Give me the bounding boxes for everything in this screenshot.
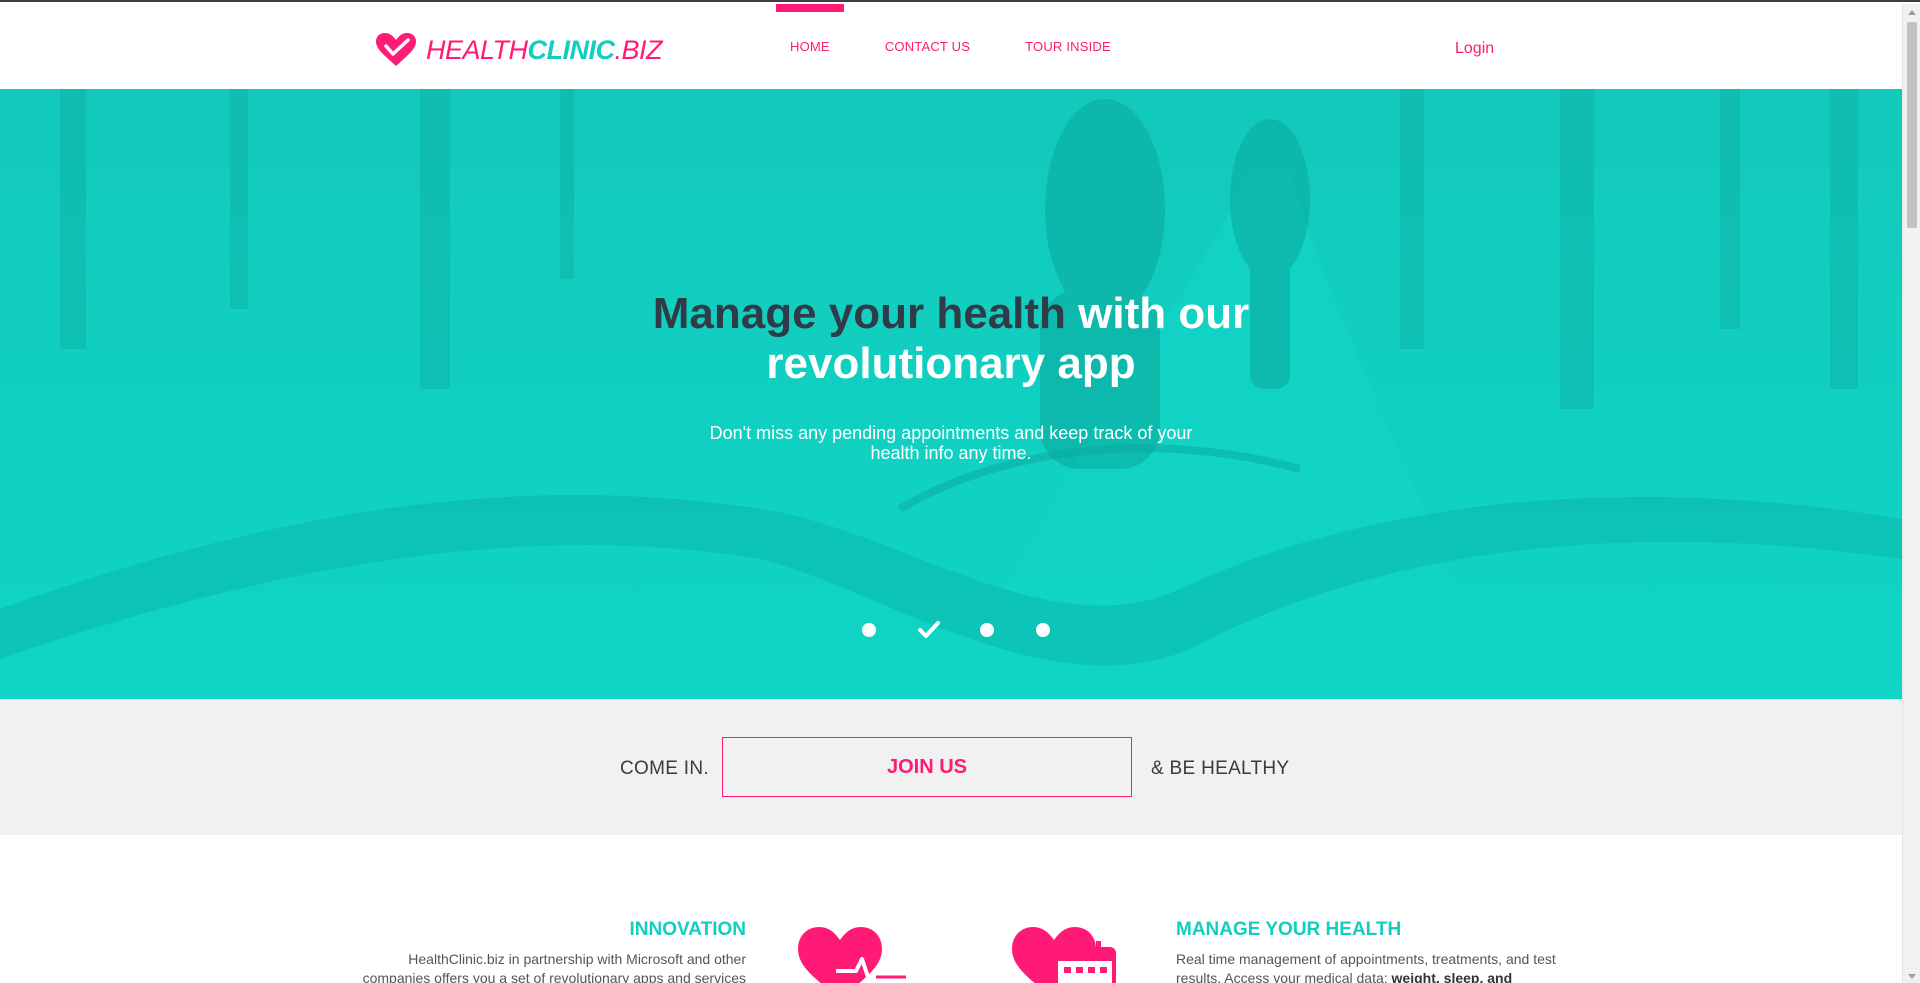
site-logo[interactable]: HEALTHCLINIC.BIZ bbox=[376, 31, 663, 69]
login-link[interactable]: Login bbox=[1455, 40, 1494, 58]
heart-pulse-icon bbox=[798, 927, 906, 983]
scroll-thumb[interactable] bbox=[1907, 22, 1917, 228]
come-in-text: COME IN. bbox=[620, 758, 709, 779]
carousel-indicators bbox=[862, 621, 1092, 639]
nav-tour-inside[interactable]: TOUR INSIDE bbox=[1011, 4, 1125, 89]
features-section: INNOVATION HealthClinic.biz in partnersh… bbox=[0, 835, 1902, 983]
hero-subtitle: Don't miss any pending appointments and … bbox=[709, 423, 1193, 463]
page-scrollbar[interactable] bbox=[1902, 4, 1920, 983]
hero-title: Manage your health with our revolutionar… bbox=[652, 289, 1250, 388]
join-strip: COME IN. JOIN US & BE HEALTHY bbox=[0, 699, 1902, 835]
nav-home[interactable]: HOME bbox=[776, 4, 844, 89]
hero-carousel: Manage your health with our revolutionar… bbox=[0, 89, 1902, 699]
join-us-button[interactable]: JOIN US bbox=[722, 737, 1132, 797]
main-nav: HOME CONTACT US TOUR INSIDE bbox=[776, 4, 1152, 89]
carousel-dot-3[interactable] bbox=[980, 623, 994, 637]
carousel-dot-1[interactable] bbox=[862, 623, 876, 637]
manage-health-text: Real time management of appointments, tr… bbox=[1176, 951, 1556, 983]
carousel-dot-2-active[interactable] bbox=[918, 621, 940, 639]
heart-logo-icon bbox=[376, 33, 416, 66]
carousel-dot-4[interactable] bbox=[1036, 623, 1050, 637]
scroll-up-arrow-icon[interactable] bbox=[1908, 10, 1916, 15]
site-header: HEALTHCLINIC.BIZ HOME CONTACT US TOUR IN… bbox=[0, 4, 1902, 89]
be-healthy-text: & BE HEALTHY bbox=[1151, 758, 1290, 779]
checkmark-icon bbox=[918, 621, 940, 638]
innovation-text: HealthClinic.biz in partnership with Mic… bbox=[362, 951, 746, 983]
logo-text: HEALTHCLINIC.BIZ bbox=[426, 34, 663, 65]
scroll-down-arrow-icon[interactable] bbox=[1908, 974, 1916, 979]
hero-background-image bbox=[0, 89, 1902, 699]
heart-calendar-icon bbox=[1012, 927, 1116, 983]
innovation-title: INNOVATION bbox=[629, 919, 746, 940]
nav-contact-us[interactable]: CONTACT US bbox=[871, 4, 984, 89]
manage-health-title: MANAGE YOUR HEALTH bbox=[1176, 919, 1402, 940]
